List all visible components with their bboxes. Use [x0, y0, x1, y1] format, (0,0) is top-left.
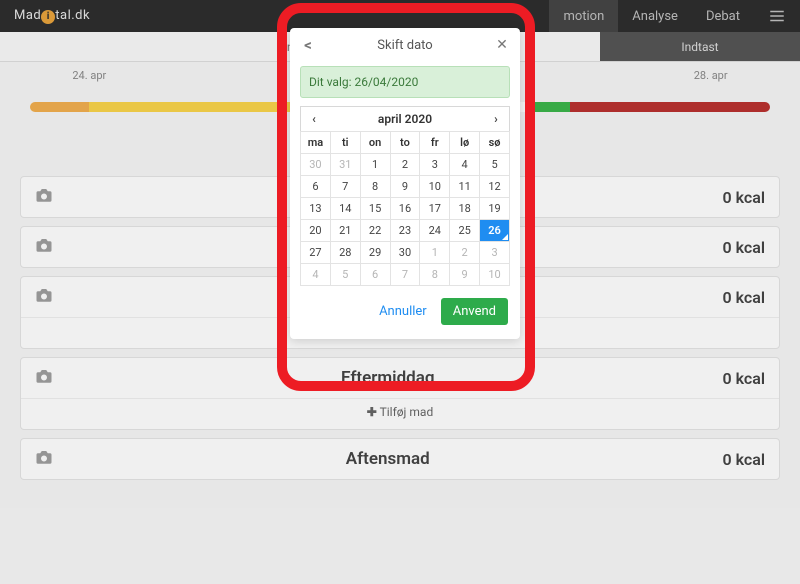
date-1[interactable]: 24. apr	[72, 69, 106, 82]
calendar-day[interactable]: 30	[301, 154, 331, 176]
calendar-day[interactable]: 31	[330, 154, 360, 176]
meal-kcal: 0 kcal	[723, 450, 766, 469]
month-year-label[interactable]: april 2020	[327, 107, 483, 131]
calendar-day[interactable]: 7	[390, 264, 420, 286]
calendar-day[interactable]: 27	[301, 242, 331, 264]
calendar-day[interactable]: 3	[480, 242, 510, 264]
meal-kcal: 0 kcal	[723, 369, 766, 388]
date-2[interactable]: 28. apr	[694, 69, 728, 82]
calendar-day[interactable]: 5	[330, 264, 360, 286]
calendar-day[interactable]: 21	[330, 220, 360, 242]
camera-icon[interactable]	[35, 187, 53, 207]
calendar: ‹ april 2020 › ma ti on to fr lø sø 3031…	[300, 106, 510, 286]
calendar-day[interactable]: 22	[360, 220, 390, 242]
calendar-day[interactable]: 8	[420, 264, 450, 286]
add-food-button[interactable]: ✚ Tilføj mad	[21, 398, 779, 429]
calendar-day[interactable]: 11	[450, 176, 480, 198]
calendar-grid: ma ti on to fr lø sø 3031123456789101112…	[300, 131, 510, 286]
cancel-button[interactable]: Annuller	[373, 298, 433, 325]
brand[interactable]: Madital.dk	[0, 8, 104, 24]
calendar-day[interactable]: 2	[390, 154, 420, 176]
calendar-day[interactable]: 10	[420, 176, 450, 198]
calendar-day[interactable]: 12	[480, 176, 510, 198]
camera-icon[interactable]	[35, 449, 53, 469]
calendar-day[interactable]: 7	[330, 176, 360, 198]
top-nav: motion Analyse Debat	[549, 0, 800, 32]
camera-icon[interactable]	[35, 287, 53, 307]
nav-motion[interactable]: motion	[549, 0, 618, 32]
plus-icon: ✚	[367, 405, 377, 419]
calendar-day[interactable]: 4	[301, 264, 331, 286]
add-food-label: Tilføj mad	[380, 405, 434, 419]
nav-analyse[interactable]: Analyse	[618, 0, 692, 32]
meal-kcal: 0 kcal	[723, 238, 766, 257]
dow-fr: fr	[420, 132, 450, 154]
calendar-day[interactable]: 14	[330, 198, 360, 220]
meal-card: Eftermiddag 0 kcal ✚ Tilføj mad	[20, 357, 780, 430]
dow-sa: lø	[450, 132, 480, 154]
dow-tu: ti	[330, 132, 360, 154]
calendar-day[interactable]: 9	[390, 176, 420, 198]
calendar-day[interactable]: 6	[360, 264, 390, 286]
tab-indtast[interactable]: Indtast	[600, 32, 800, 62]
calendar-day[interactable]: 28	[330, 242, 360, 264]
meal-kcal: 0 kcal	[723, 188, 766, 207]
calendar-day[interactable]: 29	[360, 242, 390, 264]
meal-title: Eftermiddag	[53, 368, 723, 388]
hamburger-icon	[768, 7, 786, 25]
next-month-button[interactable]: ›	[483, 107, 509, 131]
calendar-day[interactable]: 1	[360, 154, 390, 176]
date-modal: < Skift dato ✕ Dit valg: 26/04/2020 ‹ ap…	[290, 28, 520, 339]
camera-icon[interactable]	[35, 237, 53, 257]
meal-card: Aftensmad 0 kcal	[20, 438, 780, 480]
calendar-day[interactable]: 17	[420, 198, 450, 220]
calendar-day[interactable]: 20	[301, 220, 331, 242]
dow-mo: ma	[301, 132, 331, 154]
close-button[interactable]: ✕	[494, 37, 510, 53]
calendar-day[interactable]: 10	[480, 264, 510, 286]
calendar-day[interactable]: 13	[301, 198, 331, 220]
calendar-day[interactable]: 25	[450, 220, 480, 242]
calendar-day[interactable]: 5	[480, 154, 510, 176]
calendar-day[interactable]: 3	[420, 154, 450, 176]
calendar-day[interactable]: 15	[360, 198, 390, 220]
brand-suffix: tal.dk	[55, 8, 90, 23]
meal-title: Aftensmad	[53, 449, 723, 469]
calendar-day[interactable]: 18	[450, 198, 480, 220]
prev-month-button[interactable]: ‹	[301, 107, 327, 131]
calendar-day[interactable]: 2	[450, 242, 480, 264]
calendar-day[interactable]: 23	[390, 220, 420, 242]
calendar-day[interactable]: 9	[450, 264, 480, 286]
calendar-day[interactable]: 8	[360, 176, 390, 198]
camera-icon[interactable]	[35, 368, 53, 388]
dow-su: sø	[480, 132, 510, 154]
calendar-day[interactable]: 1	[420, 242, 450, 264]
calendar-day[interactable]: 30	[390, 242, 420, 264]
menu-button[interactable]	[754, 0, 800, 32]
calendar-day[interactable]: 24	[420, 220, 450, 242]
calendar-day[interactable]: 26	[480, 220, 510, 242]
nav-debat[interactable]: Debat	[692, 0, 754, 32]
dow-we: on	[360, 132, 390, 154]
modal-title: Skift dato	[316, 38, 494, 53]
info-icon: i	[41, 10, 55, 24]
dow-th: to	[390, 132, 420, 154]
back-button[interactable]: <	[300, 36, 316, 54]
apply-button[interactable]: Anvend	[441, 298, 508, 325]
brand-prefix: Mad	[14, 8, 41, 23]
calendar-day[interactable]: 19	[480, 198, 510, 220]
calendar-day[interactable]: 6	[301, 176, 331, 198]
calendar-day[interactable]: 16	[390, 198, 420, 220]
calendar-day[interactable]: 4	[450, 154, 480, 176]
meal-kcal: 0 kcal	[723, 288, 766, 307]
selection-banner: Dit valg: 26/04/2020	[300, 66, 510, 98]
